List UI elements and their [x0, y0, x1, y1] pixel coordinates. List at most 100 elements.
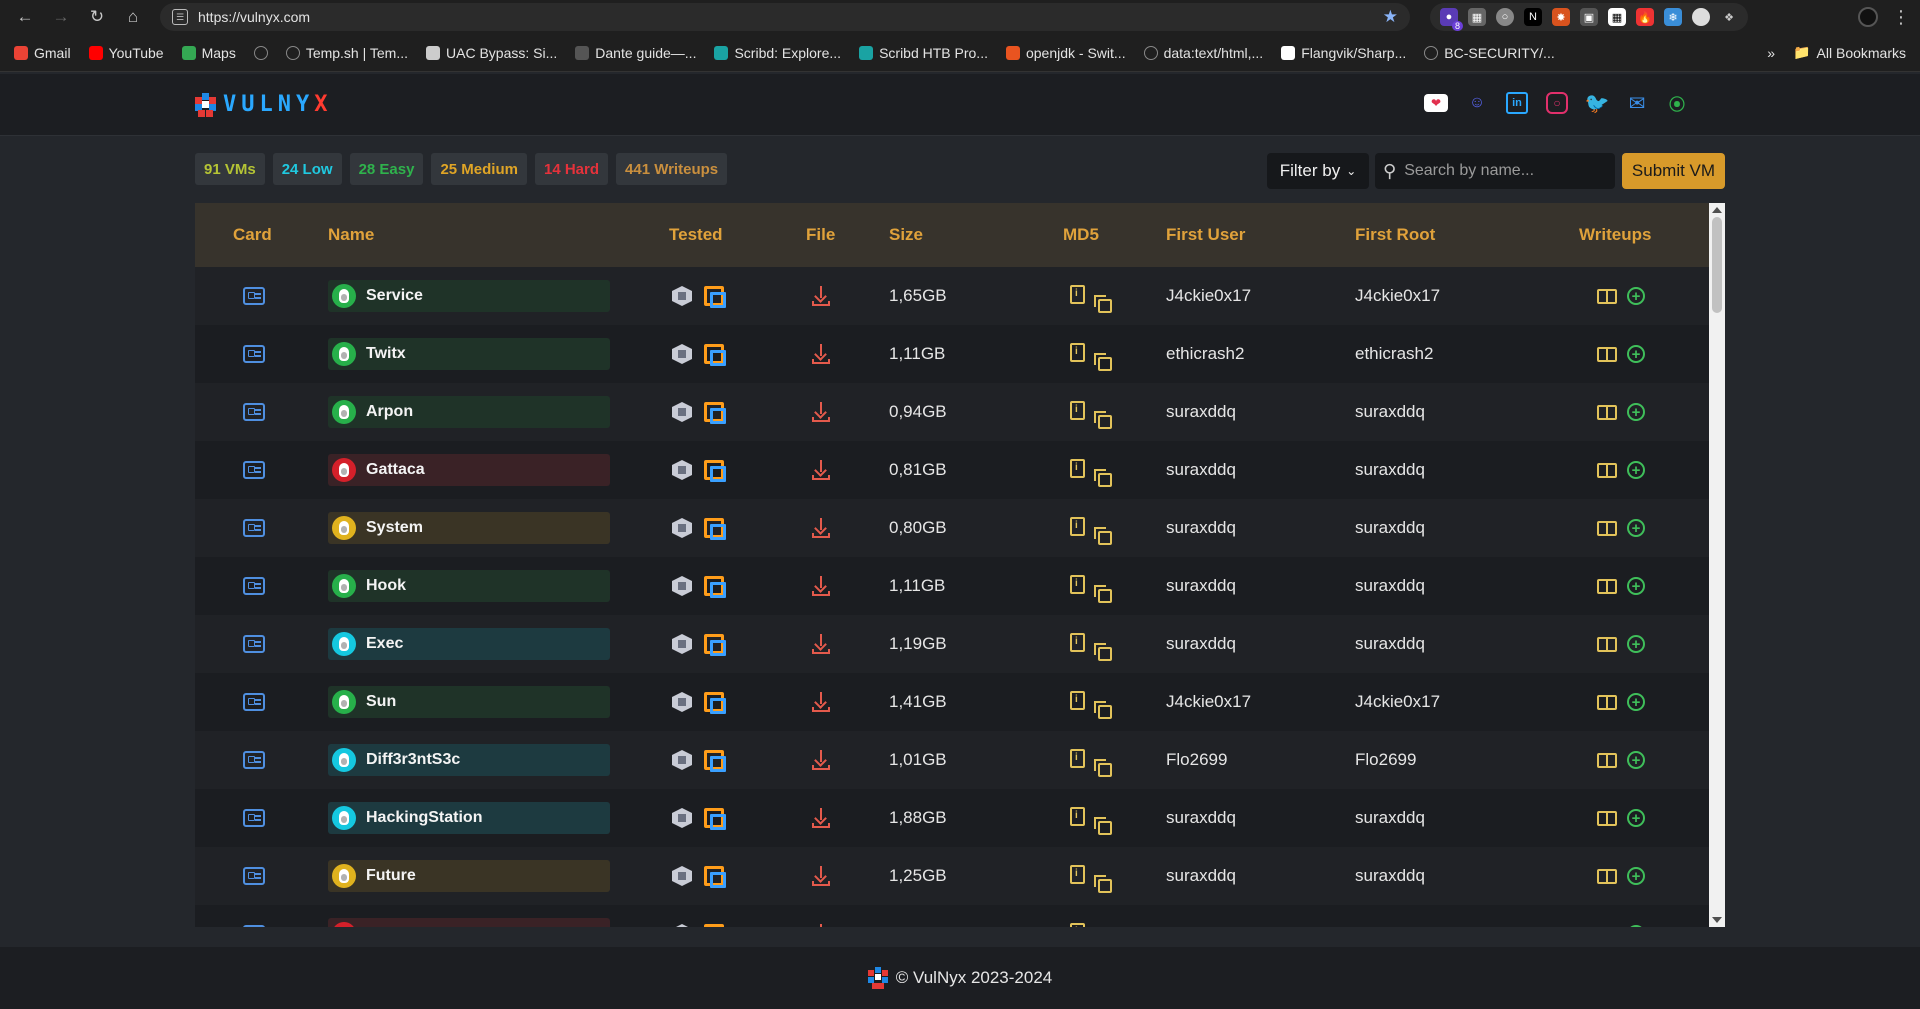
extension-icon[interactable]: ❄: [1664, 8, 1682, 26]
book-icon[interactable]: [1597, 868, 1617, 884]
book-icon[interactable]: [1597, 810, 1617, 826]
mail-icon[interactable]: ✉: [1626, 92, 1648, 115]
copy-icon[interactable]: [1094, 295, 1112, 313]
book-icon[interactable]: [1597, 636, 1617, 652]
download-icon[interactable]: [811, 924, 831, 927]
extension-icon[interactable]: ✸: [1552, 8, 1570, 26]
scroll-thumb[interactable]: [1712, 217, 1722, 313]
vm-name-pill[interactable]: Arpon: [328, 396, 610, 428]
book-icon[interactable]: [1597, 346, 1617, 362]
add-circle-icon[interactable]: +: [1627, 403, 1645, 421]
id-card-icon[interactable]: [243, 693, 265, 711]
md5-info-icon[interactable]: [1070, 459, 1085, 478]
vm-name-pill[interactable]: Exec: [328, 628, 610, 660]
download-icon[interactable]: [811, 402, 831, 422]
md5-info-icon[interactable]: [1070, 923, 1085, 927]
download-icon[interactable]: [811, 576, 831, 596]
book-icon[interactable]: [1597, 520, 1617, 536]
bookmark-item[interactable]: Temp.sh | Tem...: [285, 45, 408, 61]
add-circle-icon[interactable]: +: [1627, 519, 1645, 537]
book-icon[interactable]: [1597, 462, 1617, 478]
book-icon[interactable]: [1597, 404, 1617, 420]
md5-info-icon[interactable]: [1070, 749, 1085, 768]
bookmark-item[interactable]: Dante guide—...: [575, 45, 696, 61]
md5-info-icon[interactable]: [1070, 691, 1085, 710]
download-icon[interactable]: [811, 808, 831, 828]
copy-icon[interactable]: [1094, 585, 1112, 603]
vm-name-pill[interactable]: Service: [328, 280, 610, 312]
copy-icon[interactable]: [1094, 643, 1112, 661]
bookmark-item[interactable]: Scribd: Explore...: [714, 45, 841, 61]
bookmark-item[interactable]: UAC Bypass: Si...: [426, 45, 557, 61]
search-input[interactable]: [1404, 162, 1605, 180]
id-card-icon[interactable]: [243, 925, 265, 927]
md5-info-icon[interactable]: [1070, 865, 1085, 884]
download-icon[interactable]: [811, 866, 831, 886]
url-text[interactable]: https://vulnyx.com: [198, 9, 1373, 25]
menu-dots-icon[interactable]: ⋮: [1892, 7, 1910, 28]
bookmark-item[interactable]: BC-SECURITY/...: [1424, 45, 1555, 61]
chevron-right-icon[interactable]: »: [1767, 45, 1775, 61]
copy-icon[interactable]: [1094, 527, 1112, 545]
id-card-icon[interactable]: [243, 635, 265, 653]
extension-icon[interactable]: ● 8: [1440, 8, 1463, 31]
vm-name-pill[interactable]: Diff3r3ntS3c: [328, 744, 610, 776]
add-circle-icon[interactable]: +: [1627, 693, 1645, 711]
bookmark-item[interactable]: openjdk - Swit...: [1005, 45, 1126, 61]
add-circle-icon[interactable]: +: [1627, 809, 1645, 827]
vulnyx-logo[interactable]: VULNYX: [195, 92, 332, 117]
linkedin-icon[interactable]: in: [1506, 92, 1528, 114]
id-card-icon[interactable]: [243, 751, 265, 769]
bookmark-star-icon[interactable]: ★: [1383, 7, 1398, 27]
twitter-icon[interactable]: 🐦: [1585, 92, 1610, 115]
vm-name-pill[interactable]: Gattaca: [328, 454, 610, 486]
vm-name-pill[interactable]: Sun: [328, 686, 610, 718]
md5-info-icon[interactable]: [1070, 807, 1085, 826]
extension-icon[interactable]: ▣: [1580, 8, 1598, 26]
profile-avatar[interactable]: [1858, 7, 1878, 27]
book-icon[interactable]: [1597, 288, 1617, 304]
bookmark-item[interactable]: data:text/html,...: [1143, 45, 1263, 61]
download-icon[interactable]: [811, 692, 831, 712]
add-circle-icon[interactable]: +: [1627, 577, 1645, 595]
md5-info-icon[interactable]: [1070, 285, 1085, 304]
instagram-icon[interactable]: ○: [1546, 92, 1568, 114]
id-card-icon[interactable]: [243, 461, 265, 479]
id-card-icon[interactable]: [243, 809, 265, 827]
md5-info-icon[interactable]: [1070, 633, 1085, 652]
search-box[interactable]: ⚲: [1375, 153, 1615, 189]
bookmark-item[interactable]: Flangvik/Sharp...: [1281, 45, 1406, 61]
bookmark-item[interactable]: Scribd HTB Pro...: [859, 45, 988, 61]
vm-name-pill[interactable]: [328, 918, 610, 927]
copy-icon[interactable]: [1094, 353, 1112, 371]
scroll-up-icon[interactable]: [1712, 207, 1722, 213]
extension-icon[interactable]: [1692, 8, 1710, 26]
add-circle-icon[interactable]: +: [1627, 925, 1645, 927]
md5-info-icon[interactable]: [1070, 575, 1085, 594]
book-icon[interactable]: [1597, 578, 1617, 594]
book-icon[interactable]: [1597, 926, 1617, 927]
filter-dropdown[interactable]: Filter by ⌄: [1267, 153, 1369, 189]
id-card-icon[interactable]: [243, 519, 265, 537]
address-bar[interactable]: ☰ https://vulnyx.com ★: [160, 3, 1410, 31]
id-card-icon[interactable]: [243, 867, 265, 885]
copy-icon[interactable]: [1094, 411, 1112, 429]
add-circle-icon[interactable]: +: [1627, 635, 1645, 653]
add-circle-icon[interactable]: +: [1627, 867, 1645, 885]
bookmark-item[interactable]: [253, 45, 268, 60]
md5-info-icon[interactable]: [1070, 343, 1085, 362]
submit-vm-button[interactable]: Submit VM: [1622, 153, 1725, 189]
md5-info-icon[interactable]: [1070, 401, 1085, 420]
home-icon[interactable]: ⌂: [118, 2, 148, 32]
copy-icon[interactable]: [1094, 759, 1112, 777]
add-circle-icon[interactable]: +: [1627, 461, 1645, 479]
copy-icon[interactable]: [1094, 701, 1112, 719]
table-scrollbar[interactable]: [1709, 203, 1725, 927]
bookmark-item[interactable]: Gmail: [14, 45, 71, 61]
vm-name-pill[interactable]: Twitx: [328, 338, 610, 370]
copy-icon[interactable]: [1094, 817, 1112, 835]
download-icon[interactable]: [811, 286, 831, 306]
site-info-icon[interactable]: ☰: [172, 9, 188, 25]
vm-name-pill[interactable]: System: [328, 512, 610, 544]
md5-info-icon[interactable]: [1070, 517, 1085, 536]
